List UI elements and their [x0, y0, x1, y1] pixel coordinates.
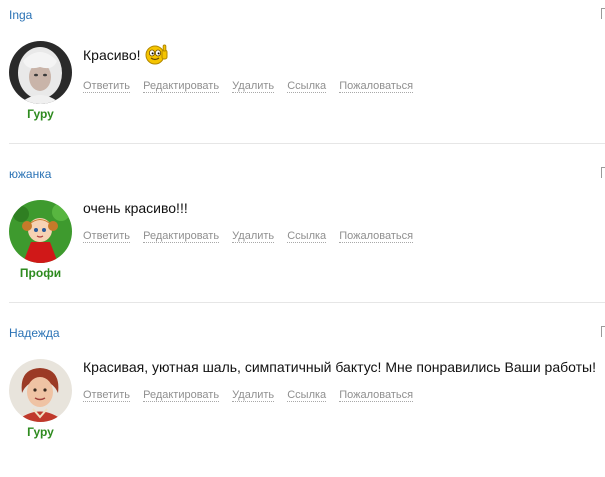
report-link[interactable]: Пожаловаться: [339, 80, 414, 93]
delete-link[interactable]: Удалить: [232, 389, 275, 402]
permalink-link[interactable]: Ссылка: [287, 389, 327, 402]
edit-link[interactable]: Редактировать: [143, 230, 220, 243]
avatar[interactable]: [9, 359, 72, 422]
thumbs-up-smiley-icon: [145, 44, 169, 69]
edit-link[interactable]: Редактировать: [143, 389, 220, 402]
delete-link[interactable]: Удалить: [232, 80, 275, 93]
avatar-image: [9, 359, 72, 422]
edit-link[interactable]: Редактировать: [143, 80, 220, 93]
reply-link[interactable]: Ответить: [83, 230, 131, 243]
avatar[interactable]: [9, 200, 72, 263]
permalink-link[interactable]: Ссылка: [287, 230, 327, 243]
comment-item: Надежда Гуру Красивая, уютная шаль, симп…: [0, 318, 605, 477]
avatar-image: [9, 41, 72, 104]
user-rank-badge: Профи: [19, 266, 62, 280]
user-rank-badge: Гуру: [27, 107, 54, 121]
comment-divider: [9, 302, 605, 303]
permalink-link[interactable]: Ссылка: [287, 80, 327, 93]
comment-text: очень красиво!!!: [83, 200, 188, 216]
comment-item: Inga Гуру Красиво! Ответить Редактироват…: [0, 0, 605, 159]
avatar-image: [9, 200, 72, 263]
comment-actions: Ответить Редактировать Удалить Ссылка По…: [83, 230, 423, 243]
reply-link[interactable]: Ответить: [83, 80, 131, 93]
comment-author-link[interactable]: Надежда: [9, 326, 60, 340]
comment-menu-marker[interactable]: [601, 8, 605, 19]
report-link[interactable]: Пожаловаться: [339, 389, 414, 402]
comment-actions: Ответить Редактировать Удалить Ссылка По…: [83, 80, 423, 93]
comment-text-row: Красиво!: [83, 44, 169, 69]
avatar[interactable]: [9, 41, 72, 104]
comment-author-link[interactable]: Inga: [9, 8, 32, 22]
user-rank-badge: Гуру: [27, 425, 54, 439]
comment-item: южанка Профи очень красиво!!! Ответить Р…: [0, 159, 605, 318]
comment-menu-marker[interactable]: [601, 326, 605, 337]
comment-text: Красиво!: [83, 47, 141, 63]
reply-link[interactable]: Ответить: [83, 389, 131, 402]
comment-divider: [9, 143, 605, 144]
comment-actions: Ответить Редактировать Удалить Ссылка По…: [83, 389, 423, 402]
comment-text: Красивая, уютная шаль, симпатичный бакту…: [83, 359, 596, 375]
comment-menu-marker[interactable]: [601, 167, 605, 178]
comment-author-link[interactable]: южанка: [9, 167, 51, 181]
delete-link[interactable]: Удалить: [232, 230, 275, 243]
report-link[interactable]: Пожаловаться: [339, 230, 414, 243]
